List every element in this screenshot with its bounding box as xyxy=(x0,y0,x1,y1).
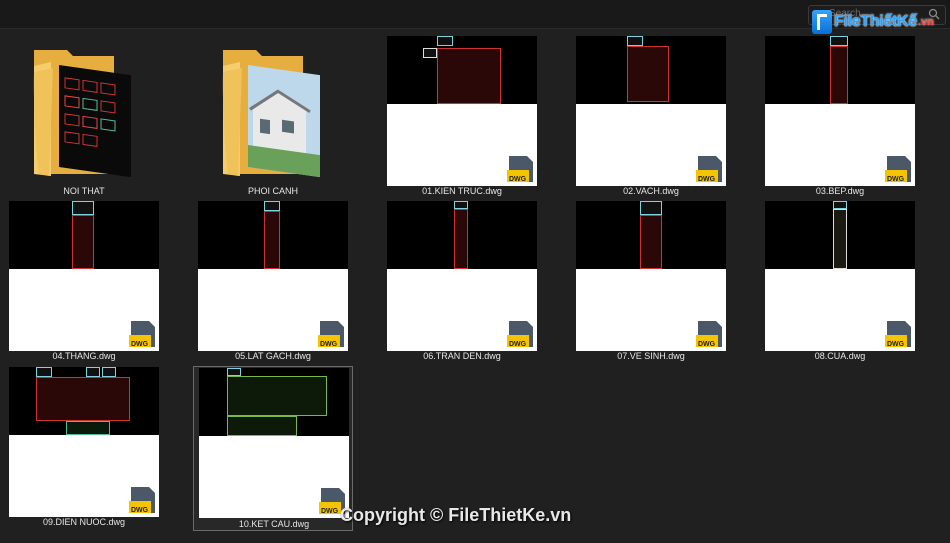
dwg-file-item[interactable]: DWG 05.LAT GACH.dwg xyxy=(198,201,348,363)
item-name: PHOI CANH xyxy=(247,186,298,196)
item-name: 07.VE SINH.dwg xyxy=(617,351,685,361)
dwg-file-item[interactable]: DWG 07.VE SINH.dwg xyxy=(576,201,726,363)
dwg-thumbnail: DWG xyxy=(198,201,348,351)
dwg-file-item[interactable]: DWG 01.KIEN TRUC.dwg xyxy=(387,36,537,198)
dwg-thumbnail: DWG xyxy=(387,201,537,351)
dwg-file-item[interactable]: DWG 02.VACH.dwg xyxy=(576,36,726,198)
logo-domain: .vn xyxy=(917,16,934,28)
address-bar: Search xyxy=(0,0,950,29)
logo-icon xyxy=(812,10,832,34)
watermark-logo: FileThiếtKế .vn xyxy=(812,10,934,34)
dwg-thumbnail: DWG xyxy=(765,201,915,351)
dwg-thumbnail: DWG xyxy=(387,36,537,186)
item-name: 10.KET CAU.dwg xyxy=(238,519,310,529)
dwg-file-item[interactable]: DWG 09.DIEN NUOC.dwg xyxy=(9,367,159,529)
item-name: 06.TRAN DEN.dwg xyxy=(423,351,501,361)
dwg-file-item-selected[interactable]: DWG 10.KET CAU.dwg xyxy=(193,366,353,531)
dwg-badge: DWG xyxy=(509,341,527,348)
dwg-badge: DWG xyxy=(131,341,149,348)
dwg-file-item[interactable]: DWG 03.BEP.dwg xyxy=(765,36,915,198)
item-name: NOI THAT xyxy=(63,186,105,196)
dwg-badge: DWG xyxy=(887,176,905,183)
item-name: 02.VACH.dwg xyxy=(623,186,679,196)
logo-brand: FileThiếtKế xyxy=(834,13,917,30)
copyright-watermark: Copyright © FileThietKe.vn xyxy=(340,505,572,525)
dwg-thumbnail: DWG xyxy=(199,368,349,518)
folder-icon xyxy=(33,50,131,178)
dwg-badge: DWG xyxy=(131,507,149,514)
dwg-thumbnail: DWG xyxy=(576,201,726,351)
item-name: 09.DIEN NUOC.dwg xyxy=(42,517,126,527)
item-name: 01.KIEN TRUC.dwg xyxy=(422,186,502,196)
dwg-thumbnail: DWG xyxy=(765,36,915,186)
item-name: 08.CUA.dwg xyxy=(814,351,866,361)
dwg-badge: DWG xyxy=(509,176,527,183)
item-name: 05.LAT GACH.dwg xyxy=(235,351,311,361)
folder-icon xyxy=(222,50,320,178)
dwg-file-item[interactable]: DWG 04.THANG.dwg xyxy=(9,201,159,363)
dwg-thumbnail: DWG xyxy=(9,201,159,351)
dwg-badge: DWG xyxy=(321,508,339,515)
dwg-badge: DWG xyxy=(320,341,338,348)
folder-item[interactable]: NOI THAT xyxy=(9,36,159,198)
dwg-badge: DWG xyxy=(887,341,905,348)
dwg-thumbnail: DWG xyxy=(9,367,159,517)
dwg-file-item[interactable]: DWG 06.TRAN DEN.dwg xyxy=(387,201,537,363)
item-name: 04.THANG.dwg xyxy=(52,351,116,361)
folder-item[interactable]: PHOI CANH xyxy=(198,36,348,198)
dwg-file-item[interactable]: DWG 08.CUA.dwg xyxy=(765,201,915,363)
item-name: 03.BEP.dwg xyxy=(815,186,865,196)
dwg-badge: DWG xyxy=(698,341,716,348)
dwg-thumbnail: DWG xyxy=(576,36,726,186)
dwg-badge: DWG xyxy=(698,176,716,183)
file-explorer-window: Search FileThiếtKế .vn NOI THAT PHOI CAN… xyxy=(0,0,950,543)
